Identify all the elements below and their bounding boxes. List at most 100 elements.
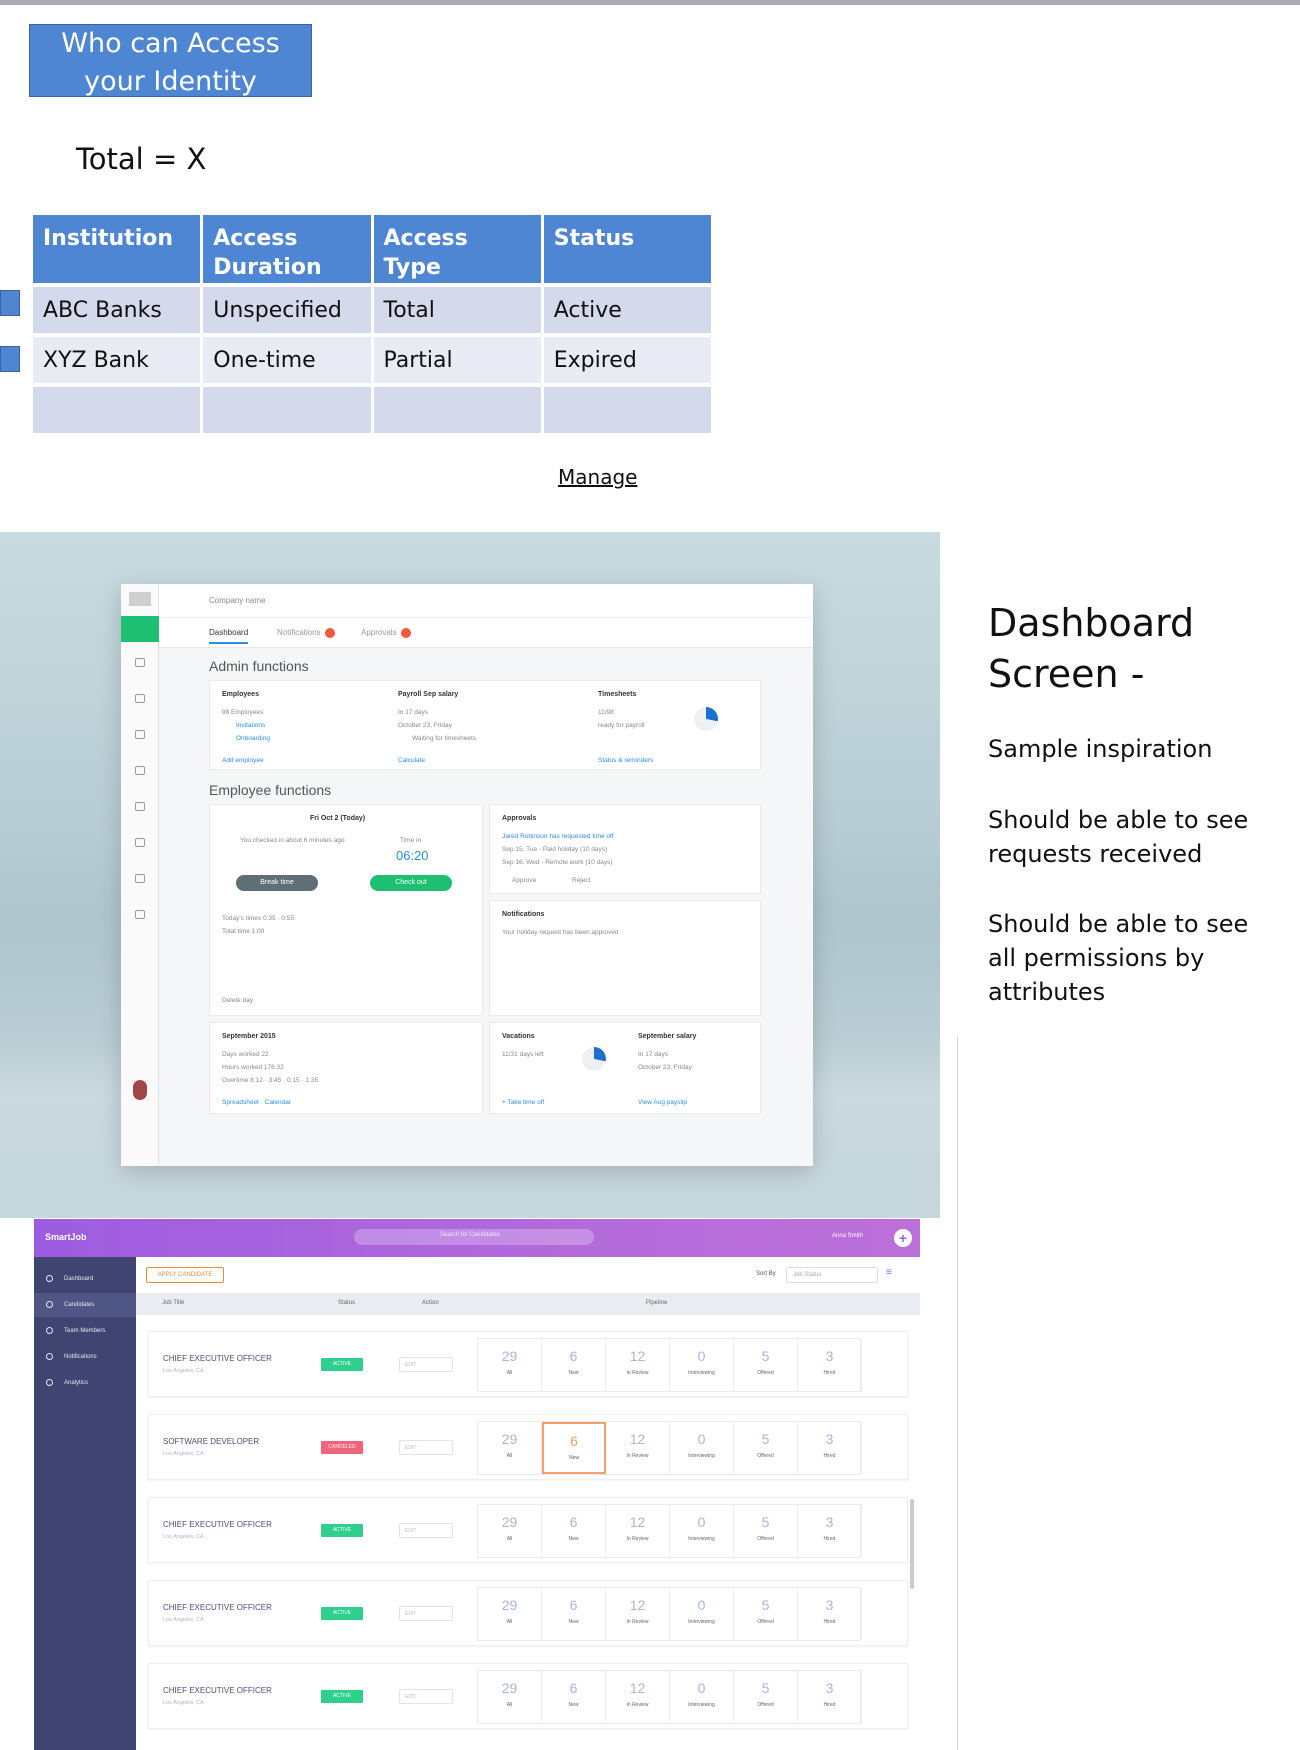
sidebar-item-label: Analytics [64,1380,89,1386]
break-button[interactable]: Break time [236,875,318,891]
job-row[interactable]: CHIEF EXECUTIVE OFFICER Los Angeles, CA AC… [148,1580,908,1646]
sidebar-item-notifications[interactable]: Notifications [34,1345,136,1369]
hourglass-icon[interactable] [135,874,145,883]
sort-label: Sort By [756,1271,776,1277]
grid-icon[interactable] [135,766,145,775]
card-line[interactable]: Invitations [236,722,265,729]
action-dropdown[interactable]: EDIT [399,1357,453,1372]
action-dropdown[interactable]: EDIT [399,1689,453,1704]
row-select-handle[interactable] [0,290,20,316]
pipeline-cell[interactable]: 29 All [478,1339,542,1391]
payslip-link[interactable]: View Aug payslip [638,1099,687,1106]
pipeline-cell[interactable]: 3 Hired [798,1505,862,1557]
pipeline-cell[interactable]: 29 All [478,1505,542,1557]
pipeline-cell[interactable]: 3 Hired [798,1588,862,1640]
pipeline-cell[interactable]: 3 Hired [798,1339,862,1391]
approve-checkbox[interactable]: Approve [512,877,536,884]
job-title[interactable]: SOFTWARE DEVELOPER [163,1437,259,1446]
pipeline-cell[interactable]: 6 New [542,1588,606,1640]
pipeline-cell[interactable]: 3 Hired [798,1422,862,1474]
pipeline-cell[interactable]: 0 Interviewing [670,1505,734,1557]
pipeline-cell[interactable]: 0 Interviewing [670,1588,734,1640]
notification-badge [324,628,335,638]
hand-icon[interactable] [135,694,145,703]
tab-dashboard[interactable]: Dashboard [209,628,249,644]
table-row[interactable]: ABC Banks Unspecified Total Active [33,283,711,333]
apply-candidate-button[interactable]: APPLY CANDIDATE [146,1267,224,1283]
pipeline-label: Hired [823,1536,836,1542]
sidebar-item-label: Candidates [64,1302,95,1308]
pipeline-cell[interactable]: 0 Interviewing [670,1339,734,1391]
job-title[interactable]: CHIEF EXECUTIVE OFFICER [163,1354,272,1363]
pipeline-cell[interactable]: 6 New [542,1671,606,1723]
mail-icon[interactable] [135,730,145,739]
job-row[interactable]: CHIEF EXECUTIVE OFFICER Los Angeles, CA AC… [148,1497,908,1563]
pipeline-cell[interactable]: 5 Offered [734,1422,798,1474]
sidebar-item-dashboard[interactable]: Dashboard [34,1267,136,1291]
job-title[interactable]: CHIEF EXECUTIVE OFFICER [163,1603,272,1612]
card-links[interactable]: Spreadsheet · Calendar [222,1099,291,1106]
delete-day-link[interactable]: Delete day [222,997,253,1004]
pipeline-label: Offered [757,1370,774,1376]
job-title[interactable]: CHIEF EXECUTIVE OFFICER [163,1520,272,1529]
job-row[interactable]: CHIEF EXECUTIVE OFFICER Los Angeles, CA AC… [148,1663,908,1729]
sidebar-item-team[interactable]: Team Members [34,1319,136,1343]
action-dropdown[interactable]: EDIT [399,1523,453,1538]
pipeline-label: Offered [757,1702,774,1708]
job-row[interactable]: CHIEF EXECUTIVE OFFICER Los Angeles, CA AC… [148,1331,908,1397]
sidebar-item-candidates[interactable]: Candidates [34,1293,136,1317]
pipeline-cell[interactable]: 6 New [542,1339,606,1391]
pipeline-cell[interactable]: 3 Hired [798,1671,862,1723]
calendar-icon[interactable] [135,658,145,667]
take-time-off-link[interactable]: + Take time off [502,1099,544,1106]
tab-label: Notifications [277,628,321,638]
pipeline-cell[interactable]: 12 In Review [606,1671,670,1723]
tab-notifications[interactable]: Notifications [277,628,335,638]
pipeline-cell[interactable]: 5 Offered [734,1671,798,1723]
avatar[interactable] [133,1080,147,1100]
duration-cell: One-time [203,333,371,383]
user-menu[interactable]: Anna Smith [832,1233,863,1239]
card-line: Days worked 22 [222,1051,269,1058]
pipeline-cell[interactable]: 5 Offered [734,1588,798,1640]
card-line[interactable]: Jared Robinson has requested time off [502,833,614,840]
scrollbar[interactable] [910,1499,914,1589]
home-icon[interactable] [121,616,159,642]
search-input[interactable]: Search for Candidates [354,1229,594,1245]
card-line[interactable]: Onboarding [236,735,270,742]
pipeline-cell[interactable]: 12 In Review [606,1505,670,1557]
job-title[interactable]: CHIEF EXECUTIVE OFFICER [163,1686,272,1695]
pipeline-cell[interactable]: 6 New [542,1505,606,1557]
sort-select[interactable]: Job Status [786,1267,878,1283]
pipeline-cell[interactable]: 12 In Review [606,1588,670,1640]
settings-icon[interactable] [135,910,145,919]
table-row[interactable]: XYZ Bank One-time Partial Expired [33,333,711,383]
action-dropdown[interactable]: EDIT [399,1440,453,1455]
sidebar-item-analytics[interactable]: Analytics [34,1371,136,1395]
pipeline-cell[interactable]: 29 All [478,1422,542,1474]
building-icon[interactable] [135,838,145,847]
reject-checkbox[interactable]: Reject [572,877,590,884]
filter-icon[interactable]: ≡ [886,1267,892,1278]
job-row[interactable]: SOFTWARE DEVELOPER Los Angeles, CA CANCELE… [148,1414,908,1480]
pipeline-cell[interactable]: 6 New [542,1422,606,1474]
pipeline-cell[interactable]: 0 Interviewing [670,1422,734,1474]
tab-approvals[interactable]: Approvals [361,628,411,638]
status-link[interactable]: Status & reminders [598,757,653,764]
card-icon[interactable] [135,802,145,811]
action-dropdown[interactable]: EDIT [399,1606,453,1621]
checkout-button[interactable]: Check out [370,875,452,891]
row-select-handle[interactable] [0,346,20,372]
pipeline-cell[interactable]: 0 Interviewing [670,1671,734,1723]
pipeline-cell[interactable]: 29 All [478,1671,542,1723]
pipeline-cell[interactable]: 12 In Review [606,1339,670,1391]
pipeline-count: 3 [825,1348,834,1364]
pipeline-cell[interactable]: 5 Offered [734,1339,798,1391]
manage-link[interactable]: Manage [558,465,637,489]
pipeline-cell[interactable]: 12 In Review [606,1422,670,1474]
pipeline-cell[interactable]: 29 All [478,1588,542,1640]
calculate-link[interactable]: Calculate [398,757,425,764]
add-icon[interactable]: + [894,1229,912,1247]
pipeline-cell[interactable]: 5 Offered [734,1505,798,1557]
add-employee-link[interactable]: Add employee [222,757,264,764]
